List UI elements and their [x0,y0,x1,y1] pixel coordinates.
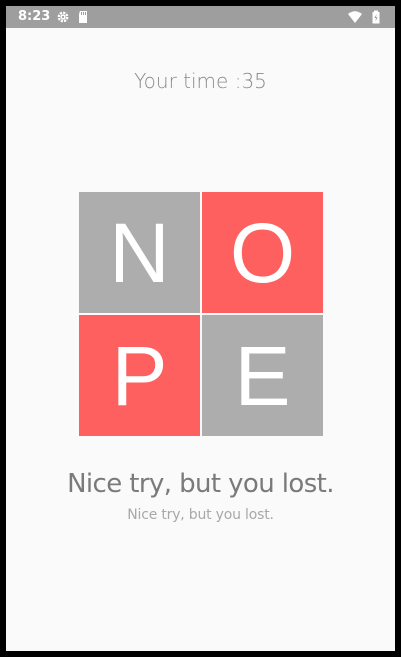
status-time: 8:23 [18,9,51,24]
status-right-icons [348,10,383,24]
tile-n: N [79,192,200,313]
sd-card-icon [76,10,90,24]
time-value: 35 [241,69,267,93]
tile-o: O [202,192,323,313]
result-submessage: Nice try, but you lost. [127,507,274,523]
tile-e: E [202,315,323,436]
wifi-icon [348,10,362,24]
gear-icon [56,10,70,24]
result-message: Nice try, but you lost. [67,469,334,499]
battery-icon [369,10,383,24]
nope-grid: N O P E [79,192,323,436]
time-label: Your time :35 [6,68,395,94]
tile-p: P [79,315,200,436]
status-bar: 8:23 [6,6,395,28]
status-left-icons [56,10,90,24]
phone-screen: 8:23 Your time:35 N O P E Nice try, but… [6,6,395,651]
time-label-text: Your time : [134,69,242,93]
